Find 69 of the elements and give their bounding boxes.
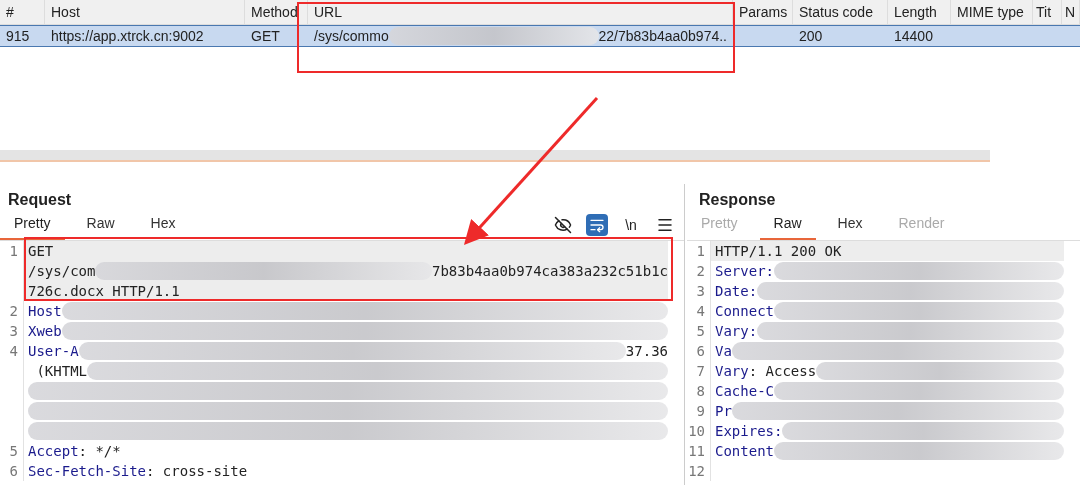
line-number: 2: [687, 261, 711, 281]
code-text: 37.36: [625, 342, 668, 361]
code-text: 7b83b4aa0b974ca383a232c51b1c: [432, 262, 668, 281]
column-header[interactable]: Length: [894, 1, 937, 23]
hide-icon[interactable]: [552, 214, 574, 236]
header-name: Expires:: [715, 422, 783, 441]
table-cell: GET: [251, 26, 280, 46]
panel-title: Response: [699, 190, 776, 210]
column-header[interactable]: Host: [51, 1, 80, 23]
code-text: : cross-site: [146, 462, 248, 481]
table-cell: 14400: [894, 26, 933, 46]
header-name: Accept: [28, 442, 79, 461]
table-cell: 915: [6, 26, 30, 46]
table-cell: 22/7b83b4aa0b974..: [598, 26, 727, 46]
header-name: Content: [715, 442, 774, 461]
code-text: HTTP/1.1 200 OK: [715, 242, 842, 261]
line-number: 4: [687, 301, 711, 321]
table-cell: https://app.xtrck.cn:9002: [51, 26, 204, 46]
column-header[interactable]: Params: [739, 1, 788, 23]
line-number: 8: [687, 381, 711, 401]
header-name: Va: [715, 342, 732, 361]
column-header[interactable]: MIME type: [957, 1, 1024, 23]
line-number: 11: [687, 441, 711, 461]
column-header[interactable]: Tit: [1036, 1, 1052, 23]
code-text: : Access: [748, 362, 817, 381]
header-name: Xweb: [28, 322, 62, 341]
code-text: GET: [28, 242, 54, 261]
header-name: Host: [28, 302, 62, 321]
scrollbar[interactable]: [0, 150, 990, 160]
line-number: 3: [0, 321, 24, 341]
header-name: Server:: [715, 262, 774, 281]
table-row[interactable]: 915 https://app.xtrck.cn:9002 GET /sys/commo 22/7b83b4aa0b974.. 200 14400: [0, 25, 1080, 47]
header-name: Vary: [715, 362, 749, 381]
code-text: (KHTML: [35, 362, 87, 381]
line-number: 5: [0, 441, 24, 461]
code-text: /sys/com: [28, 262, 96, 281]
view-tab[interactable]: Hex: [136, 213, 190, 240]
column-header[interactable]: URL: [314, 1, 342, 23]
wrap-icon[interactable]: [586, 214, 608, 236]
column-header[interactable]: N: [1065, 1, 1076, 23]
line-number: 2: [0, 301, 24, 321]
column-header[interactable]: Status code: [799, 1, 873, 23]
panel-title: Request: [8, 190, 72, 210]
code-text: : */*: [78, 442, 121, 461]
header-name: Date:: [715, 282, 758, 301]
line-number: 7: [687, 361, 711, 381]
line-number: 6: [687, 341, 711, 361]
line-number: 1: [0, 241, 24, 301]
column-header[interactable]: #: [6, 1, 14, 23]
header-name: User-A: [28, 342, 79, 361]
line-number: 4: [0, 341, 24, 441]
line-number: 10: [687, 421, 711, 441]
column-header[interactable]: Method: [251, 1, 298, 23]
table-cell: 200: [799, 26, 823, 46]
code-text: 726c.docx HTTP/1.1: [28, 282, 180, 301]
newline-toggle[interactable]: \n: [620, 214, 642, 236]
line-number: 5: [687, 321, 711, 341]
line-number: 3: [687, 281, 711, 301]
line-number: 9: [687, 401, 711, 421]
header-name: Sec-Fetch-Site: [28, 462, 146, 481]
header-name: Vary:: [715, 322, 758, 341]
view-tab[interactable]: Hex: [823, 213, 877, 240]
line-number: 12: [687, 461, 711, 481]
table-cell: /sys/commo: [314, 26, 389, 46]
view-tab[interactable]: Raw: [72, 213, 129, 240]
header-name: Pr: [715, 402, 732, 421]
header-name: Cache-C: [715, 382, 774, 401]
line-number: 6: [0, 461, 24, 481]
header-name: Connect: [715, 302, 774, 321]
